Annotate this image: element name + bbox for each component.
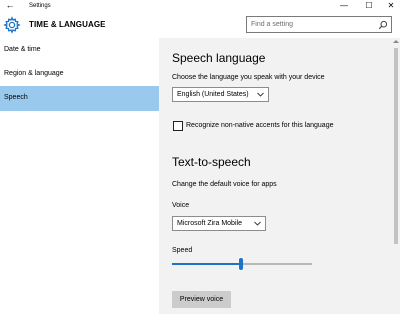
sidebar-item-label: Region & language (4, 70, 64, 77)
scrollbar[interactable] (391, 38, 400, 314)
preview-voice-button[interactable]: Preview voice (172, 291, 231, 308)
scrollbar-thumb[interactable] (394, 48, 398, 244)
search-placeholder: Find a setting (251, 21, 294, 28)
page-header: TIME & LANGUAGE Find a setting (0, 12, 400, 38)
accent-checkbox-label[interactable]: Recognize non-native accents for this la… (186, 121, 333, 131)
window-title: Settings (29, 3, 51, 9)
search-input[interactable]: Find a setting (246, 16, 392, 33)
voice-label: Voice (172, 202, 190, 209)
text-to-speech-heading: Text-to-speech (172, 155, 251, 169)
preview-voice-label: Preview voice (179, 296, 224, 303)
voice-dropdown[interactable]: Microsoft Zira Mobile (172, 216, 266, 231)
accent-checkbox[interactable] (173, 121, 183, 131)
voice-value: Microsoft Zira Mobile (177, 220, 242, 227)
sidebar-item-speech[interactable]: Speech (0, 86, 159, 111)
chevron-down-icon (257, 92, 264, 97)
chevron-down-icon (254, 221, 261, 226)
back-button[interactable]: ← (4, 0, 16, 12)
close-button[interactable]: ✕ (384, 0, 398, 12)
search-icon[interactable] (378, 20, 388, 30)
speed-slider-fill (172, 263, 241, 265)
sidebar-item-region-language[interactable]: Region & language (0, 62, 159, 87)
maximize-button[interactable]: ☐ (362, 0, 376, 12)
speed-label: Speed (172, 247, 193, 254)
sidebar-item-date-time[interactable]: Date & time (0, 38, 159, 63)
speech-language-value: English (United States) (177, 91, 249, 98)
tts-description: Change the default voice for apps (172, 181, 277, 188)
settings-window: ← Settings — ☐ ✕ TIME & LANGUAGE Find a … (0, 0, 400, 314)
sidebar-item-label: Date & time (4, 46, 41, 53)
sidebar-item-label: Speech (4, 94, 28, 101)
speed-slider-thumb[interactable] (239, 258, 243, 270)
speech-language-heading: Speech language (172, 51, 266, 65)
sidebar: Date & time Region & language Speech (0, 38, 159, 314)
speech-language-dropdown[interactable]: English (United States) (172, 87, 269, 102)
section-title: TIME & LANGUAGE (29, 20, 106, 29)
gear-icon (3, 16, 21, 34)
title-bar: ← Settings — ☐ ✕ (0, 0, 400, 12)
scroll-up-arrow-icon[interactable] (393, 40, 399, 43)
minimize-button[interactable]: — (337, 0, 351, 12)
choose-language-label: Choose the language you speak with your … (172, 74, 325, 81)
